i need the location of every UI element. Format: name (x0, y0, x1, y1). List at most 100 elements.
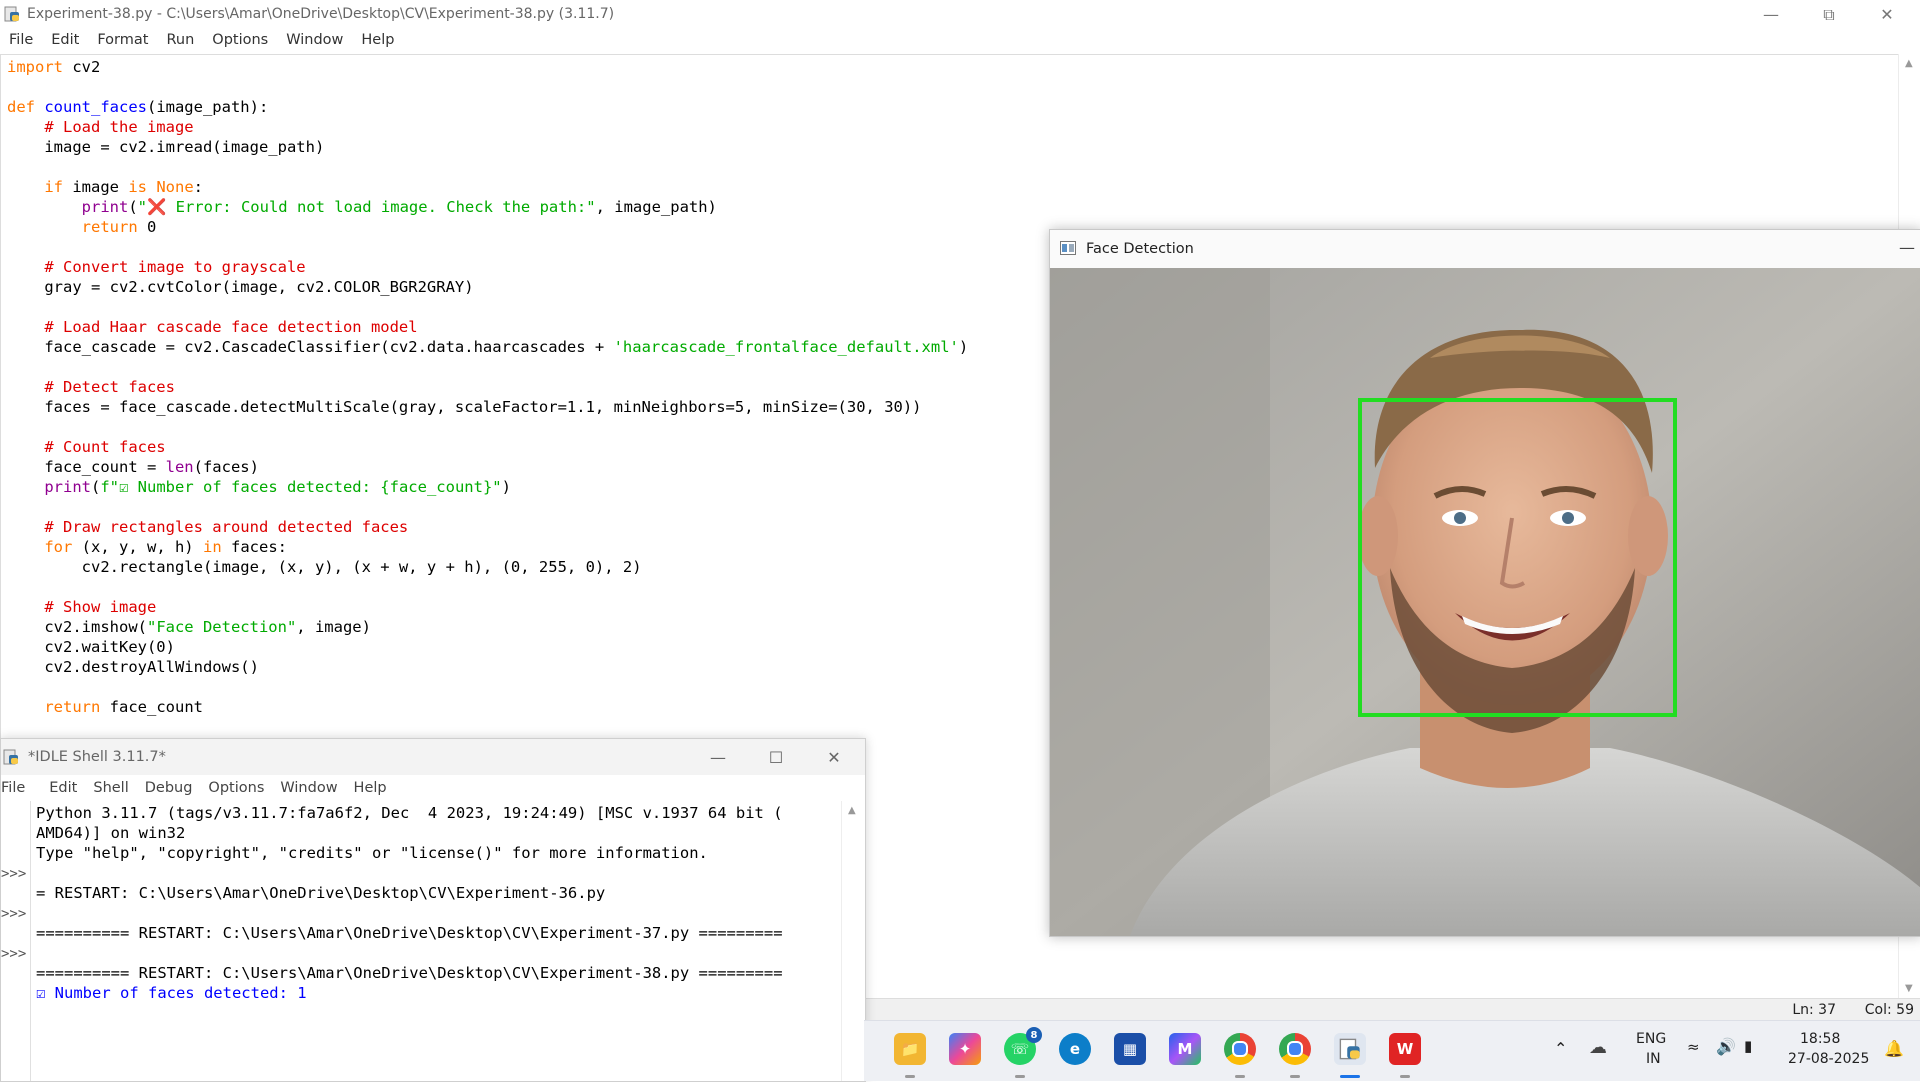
code-line: # Show image (7, 598, 157, 616)
copilot-icon[interactable]: ✦ (949, 1033, 981, 1065)
shell-prompt-gutter: >>> >>> >>> (1, 801, 31, 1081)
shell-prompt: >>> (1, 866, 27, 882)
microsoft-store-icon[interactable]: ▦ (1114, 1033, 1146, 1065)
shell-output-line: AMD64)] on win32 (36, 824, 186, 842)
code-line: return face_count (7, 698, 203, 716)
editor-statusbar: Ln: 37 Col: 59 (860, 998, 1920, 1021)
shell-output-line: ☑ Number of faces detected: 1 (36, 984, 307, 1002)
python-shell-icon (3, 749, 18, 765)
scroll-up-arrow-icon[interactable]: ▲ (848, 805, 856, 816)
shell-output-line: Type "help", "copyright", "credits" or "… (36, 844, 708, 862)
code-line: def count_faces(image_path): (7, 98, 269, 116)
shell-maximize-button[interactable]: ☐ (747, 739, 805, 775)
shell-menu-window[interactable]: Window (274, 776, 347, 800)
volume-icon[interactable]: 🔊 (1716, 1037, 1736, 1056)
shell-scrollbar[interactable]: ▲ (841, 801, 864, 1081)
language-indicator[interactable]: ENG (1636, 1031, 1666, 1047)
code-line: cv2.waitKey(0) (7, 638, 175, 656)
opencv-window-icon (1060, 241, 1076, 255)
code-line: # Detect faces (7, 378, 175, 396)
menu-window[interactable]: Window (277, 29, 352, 54)
file-explorer-icon[interactable]: 📁 (894, 1033, 926, 1065)
shell-output-line: ========== RESTART: C:\Users\Amar\OneDri… (36, 964, 783, 982)
menu-format[interactable]: Format (88, 29, 157, 54)
editor-title: Experiment-38.py - C:\Users\Amar\OneDriv… (27, 6, 615, 22)
menu-help[interactable]: Help (352, 29, 403, 54)
onedrive-cloud-icon[interactable]: ☁ (1589, 1037, 1607, 1058)
shell-prompt: >>> (1, 906, 27, 922)
shell-minimize-button[interactable]: — (689, 739, 747, 775)
code-line: gray = cv2.cvtColor(image, cv2.COLOR_BGR… (7, 278, 474, 296)
scroll-down-arrow-icon[interactable]: ▼ (1905, 983, 1913, 994)
code-line: # Draw rectangles around detected faces (7, 518, 409, 536)
column-indicator: Col: 59 (1864, 1002, 1914, 1018)
shell-output-line: = RESTART: C:\Users\Amar\OneDrive\Deskto… (36, 884, 606, 902)
whatsapp-icon[interactable]: ☏ 8 (1004, 1027, 1042, 1065)
idle-shell-window: *IDLE Shell 3.11.7* — ☐ ✕ File Edit Shel… (0, 738, 866, 1082)
running-indicator (1400, 1075, 1410, 1078)
shell-menu-help[interactable]: Help (348, 776, 397, 800)
face-detection-window: Face Detection — (1049, 229, 1920, 937)
shell-menu-shell[interactable]: Shell (87, 776, 138, 800)
chevron-up-icon[interactable]: ⌃ (1554, 1039, 1567, 1058)
shell-titlebar: *IDLE Shell 3.11.7* — ☐ ✕ (1, 739, 865, 775)
running-indicator (1235, 1075, 1245, 1078)
shell-menu-file[interactable]: File (1, 776, 35, 800)
python-idle-icon[interactable] (1334, 1033, 1366, 1065)
m365-icon[interactable]: M (1169, 1033, 1201, 1065)
code-line: cv2.rectangle(image, (x, y), (x + w, y +… (7, 558, 642, 576)
chrome-icon[interactable] (1224, 1033, 1256, 1065)
code-line: # Load Haar cascade face detection model (7, 318, 418, 336)
code-line: faces = face_cascade.detectMultiScale(gr… (7, 398, 922, 416)
python-icon (1339, 1038, 1360, 1060)
editor-menubar: File Edit Format Run Options Window Help (0, 29, 403, 54)
taskbar: 📁 ✦ ☏ 8 e ▦ M W ⌃ ☁ ENG IN ≈ 🔊 ▮ 18:58 27… (864, 1020, 1920, 1081)
shell-prompt: >>> (1, 946, 27, 962)
code-line: image = cv2.imread(image_path) (7, 138, 325, 156)
shell-menu-debug[interactable]: Debug (139, 776, 203, 800)
scroll-up-arrow-icon[interactable]: ▲ (1905, 58, 1913, 69)
line-indicator: Ln: 37 (1792, 1002, 1836, 1018)
edge-icon[interactable]: e (1059, 1033, 1091, 1065)
detected-face-photo (1050, 268, 1920, 936)
shell-close-button[interactable]: ✕ (805, 739, 863, 775)
notification-bell-icon[interactable]: 🔔 (1884, 1039, 1904, 1058)
face-photo-illustration (1050, 268, 1920, 936)
face-window-titlebar: Face Detection — (1050, 230, 1920, 268)
code-line: print(f"☑ Number of faces detected: {fac… (44, 478, 511, 496)
running-indicator (1290, 1075, 1300, 1078)
clock-time[interactable]: 18:58 (1800, 1031, 1840, 1047)
minimize-button[interactable]: — (1742, 0, 1800, 29)
shell-output-line: ========== RESTART: C:\Users\Amar\OneDri… (36, 924, 783, 942)
code-line: # Load the image (7, 118, 194, 136)
shell-menu-edit[interactable]: Edit (35, 776, 87, 800)
menu-run[interactable]: Run (157, 29, 203, 54)
close-button[interactable]: ✕ (1858, 0, 1916, 29)
restore-button[interactable]: ⧉ (1800, 0, 1858, 29)
wifi-icon[interactable]: ≈ (1687, 1038, 1700, 1056)
code-line: face_count = len(faces) (7, 458, 259, 476)
code-line: print("❌ Error: Could not load image. Ch… (81, 198, 717, 216)
python-file-icon (4, 6, 19, 22)
menu-edit[interactable]: Edit (42, 29, 88, 54)
minimize-button[interactable]: — (1899, 238, 1915, 257)
shell-menu-options[interactable]: Options (202, 776, 274, 800)
running-indicator (1015, 1075, 1025, 1078)
menu-file[interactable]: File (0, 29, 42, 54)
code-line: cv2.destroyAllWindows() (7, 658, 259, 676)
clock-date[interactable]: 27-08-2025 (1788, 1051, 1869, 1067)
region-indicator[interactable]: IN (1646, 1051, 1661, 1067)
code-line: # Convert image to grayscale (7, 258, 306, 276)
code-line: return 0 (7, 218, 157, 236)
notification-badge: 8 (1026, 1027, 1042, 1043)
code-line: # Count faces (7, 438, 166, 456)
menu-options[interactable]: Options (203, 29, 277, 54)
shell-output-line: Python 3.11.7 (tags/v3.11.7:fa7a6f2, Dec… (36, 804, 783, 822)
code-line: if image is None: (7, 178, 204, 196)
battery-icon[interactable]: ▮ (1744, 1037, 1752, 1055)
wps-office-icon[interactable]: W (1389, 1033, 1421, 1065)
chrome-profile-icon[interactable] (1279, 1033, 1311, 1065)
editor-titlebar: Experiment-38.py - C:\Users\Amar\OneDriv… (0, 0, 1920, 29)
running-indicator (905, 1075, 915, 1078)
shell-title: *IDLE Shell 3.11.7* (28, 749, 166, 765)
